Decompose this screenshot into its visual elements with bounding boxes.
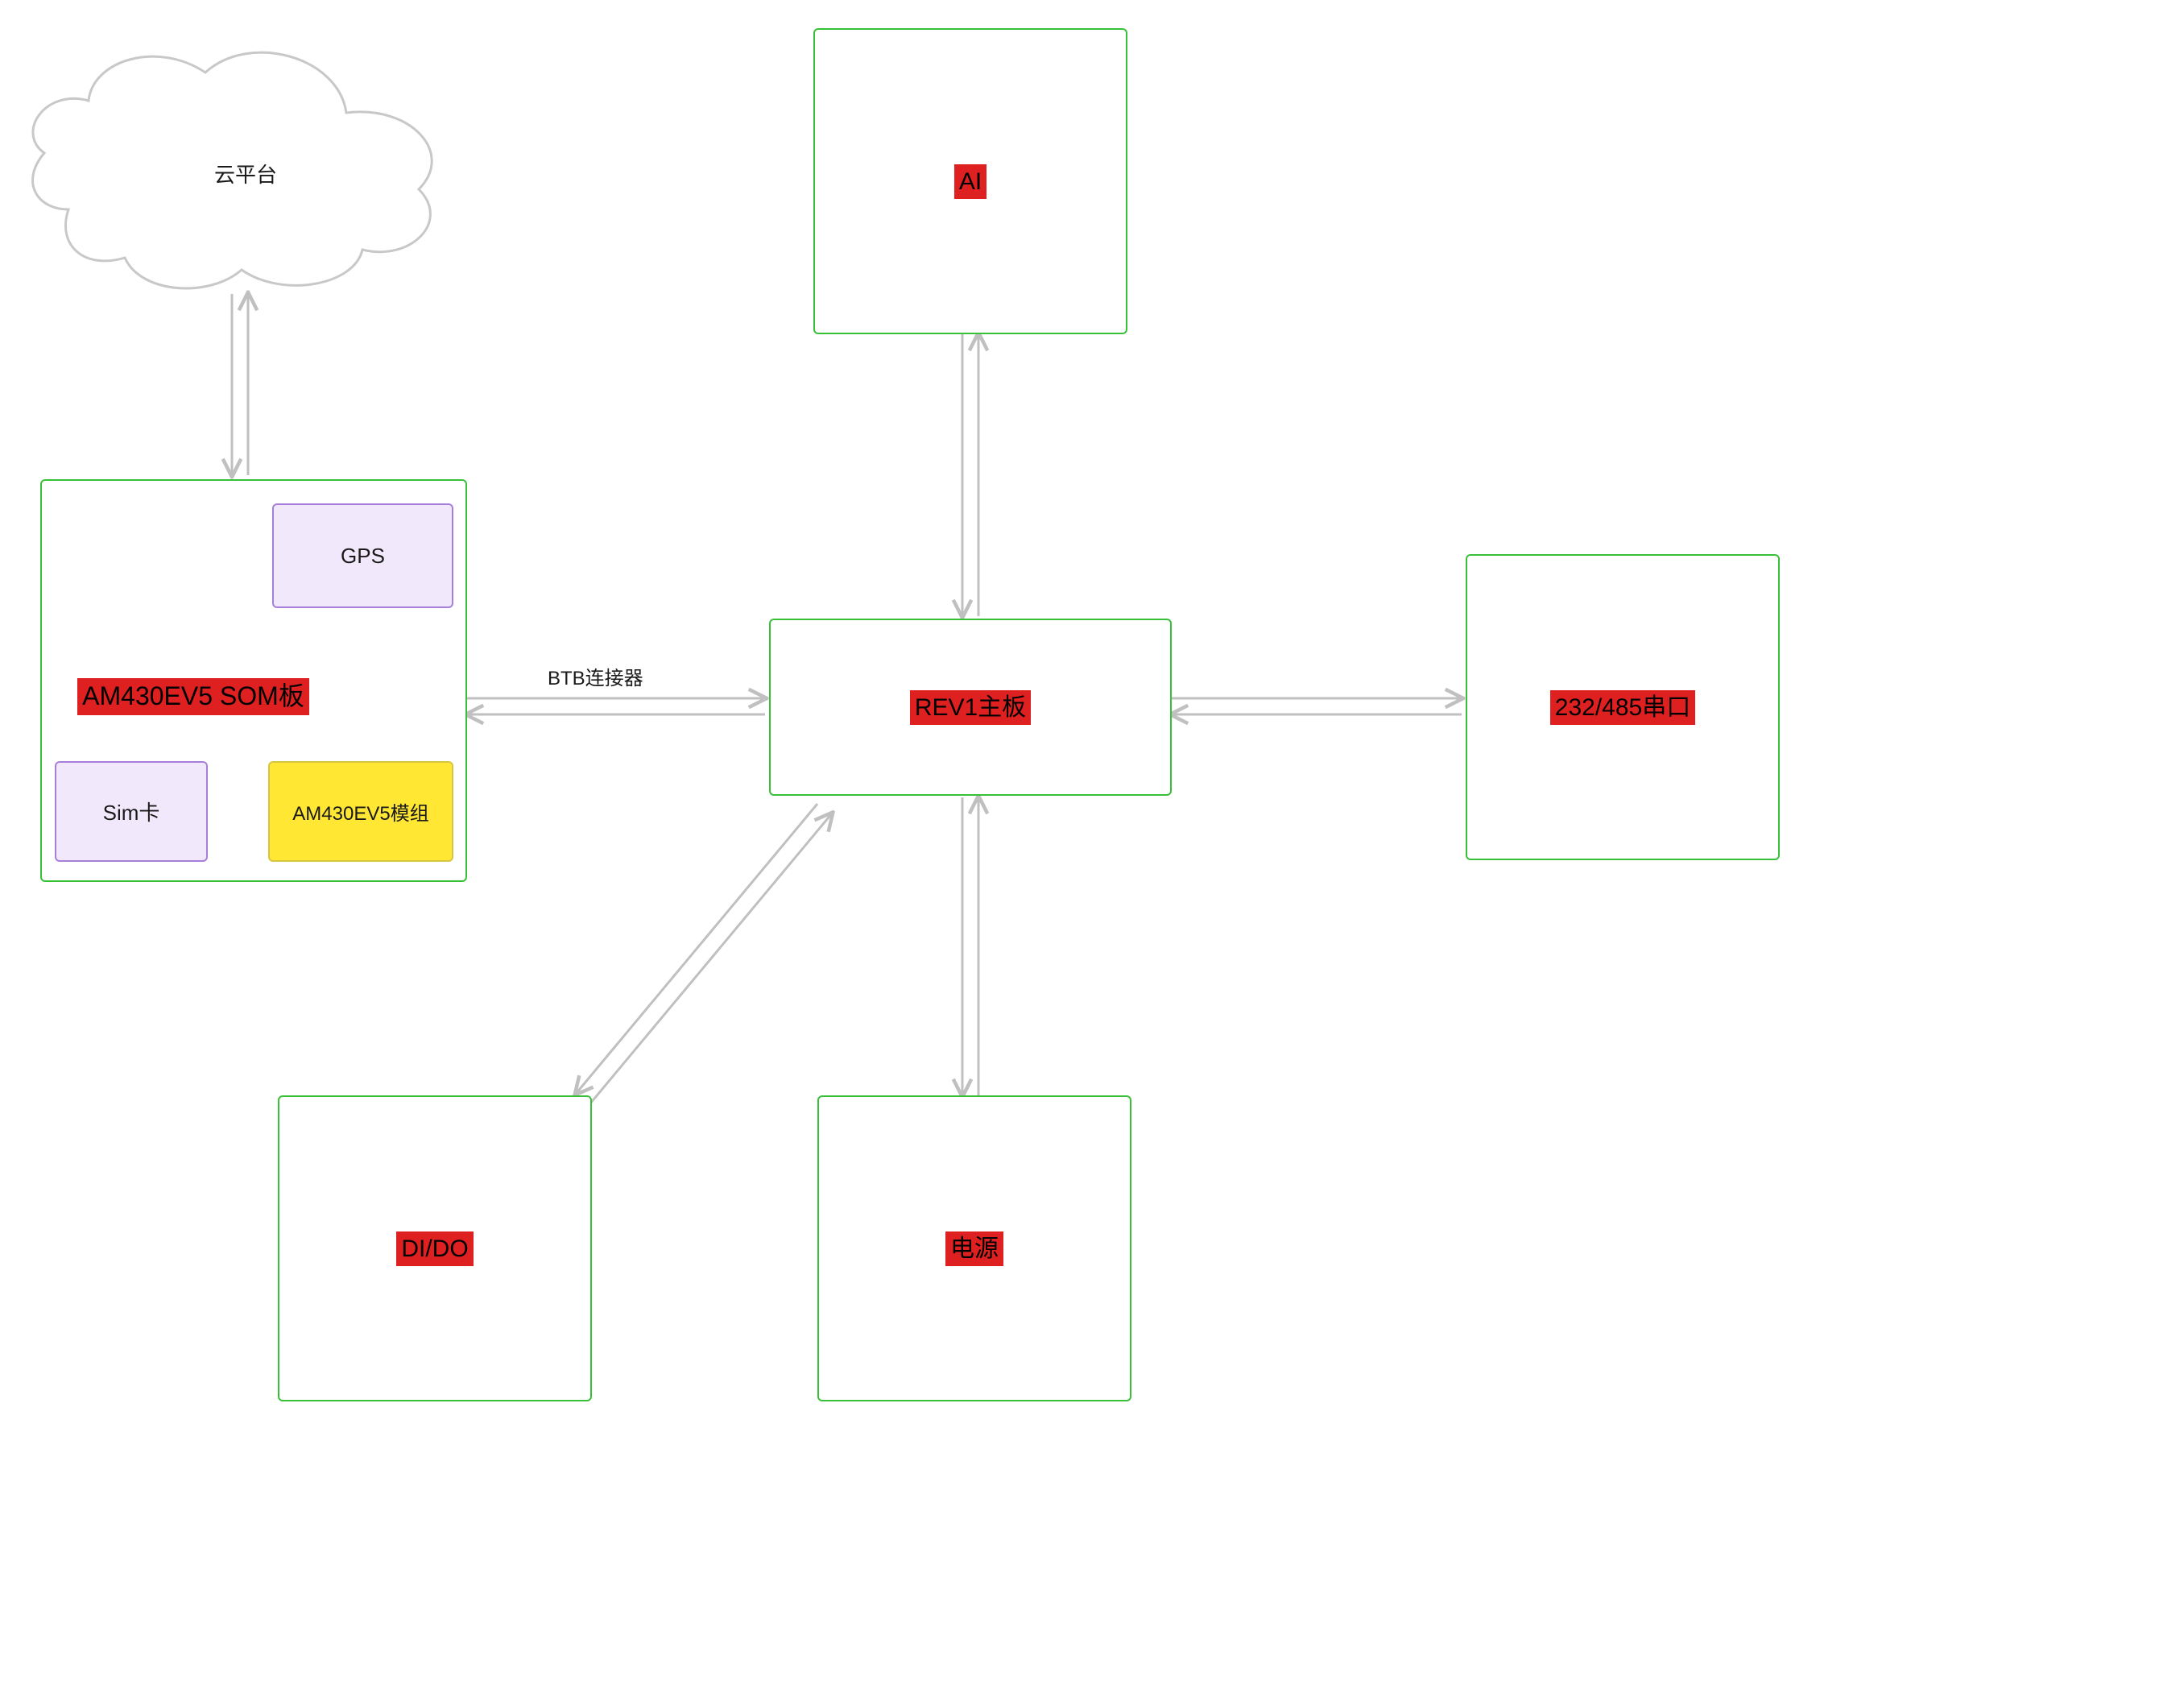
serial-node: 232/485串口	[1466, 554, 1780, 860]
ai-label: AI	[954, 164, 987, 199]
power-label: 电源	[945, 1231, 1003, 1266]
serial-label: 232/485串口	[1550, 690, 1695, 725]
dido-label: DI/DO	[396, 1231, 473, 1266]
btb-edge-label: BTB连接器	[548, 662, 643, 690]
gps-node: GPS	[272, 503, 453, 608]
som-title: AM430EV5 SOM板	[77, 678, 309, 715]
dido-node: DI/DO	[278, 1095, 592, 1401]
gps-label: GPS	[341, 544, 385, 569]
arrow-dido-to-rev1	[590, 813, 832, 1103]
power-node: 电源	[817, 1095, 1131, 1401]
module-label: AM430EV5模组	[292, 797, 428, 826]
diagram-canvas: 云平台 AM430EV5 SOM板 GPS Sim卡 AM430EV5模组 AI…	[0, 0, 2184, 1693]
module-node: AM430EV5模组	[268, 761, 453, 862]
sim-node: Sim卡	[55, 761, 208, 862]
som-title-wrap: AM430EV5 SOM板	[68, 677, 318, 717]
ai-node: AI	[813, 28, 1127, 334]
rev1-node: REV1主板	[769, 619, 1172, 796]
rev1-label: REV1主板	[910, 690, 1031, 725]
cloud-label-container: 云平台	[68, 72, 423, 274]
sim-label: Sim卡	[103, 797, 160, 826]
arrow-rev1-to-dido	[576, 804, 817, 1094]
cloud-label: 云平台	[214, 159, 277, 188]
